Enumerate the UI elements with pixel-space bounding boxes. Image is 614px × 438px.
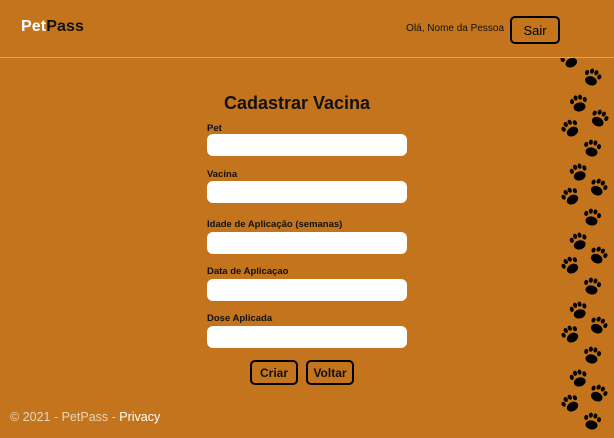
application-date-label: Data de Aplicaçao — [207, 266, 289, 277]
brand-logo[interactable]: PetPass — [21, 18, 84, 36]
user-greeting: Olá, Nome da Pessoa — [406, 23, 504, 34]
footer: © 2021 - PetPass - Privacy — [10, 410, 160, 424]
paw-icon — [587, 382, 610, 405]
paw-icon — [558, 58, 581, 71]
paw-icon — [582, 345, 602, 365]
brand-pass: Pass — [46, 18, 84, 35]
page-title: Cadastrar Vacina — [223, 93, 371, 113]
copyright-text: © 2021 - PetPass - — [10, 410, 120, 424]
top-navbar: PetPass Olá, Nome da Pessoa Sair — [0, 0, 614, 58]
vaccine-input[interactable] — [207, 181, 407, 203]
pet-label: Pet — [207, 123, 222, 134]
paw-icon — [582, 207, 602, 227]
back-button[interactable]: Voltar — [306, 360, 354, 385]
application-date-input[interactable] — [207, 279, 407, 301]
dose-label: Dose Aplicada — [207, 313, 273, 324]
pet-input[interactable] — [207, 134, 407, 156]
application-age-input[interactable] — [207, 232, 407, 254]
paw-icon — [587, 314, 610, 337]
paw-icon — [587, 244, 610, 267]
create-button[interactable]: Criar — [250, 360, 298, 385]
paw-icon — [587, 176, 610, 199]
paw-icon — [588, 107, 611, 130]
paw-prints-decoration — [555, 58, 614, 438]
paw-icon — [582, 411, 602, 431]
vaccine-label: Vacina — [207, 169, 238, 180]
brand-pet: Pet — [21, 18, 47, 35]
paw-icon — [581, 66, 604, 88]
paw-icon — [582, 138, 602, 158]
application-age-label: Idade de Aplicação (semanas) — [207, 219, 343, 230]
dose-input[interactable] — [207, 326, 407, 348]
logout-button[interactable]: Sair — [510, 16, 560, 44]
paw-icon — [582, 276, 602, 296]
privacy-link[interactable]: Privacy — [119, 410, 160, 424]
